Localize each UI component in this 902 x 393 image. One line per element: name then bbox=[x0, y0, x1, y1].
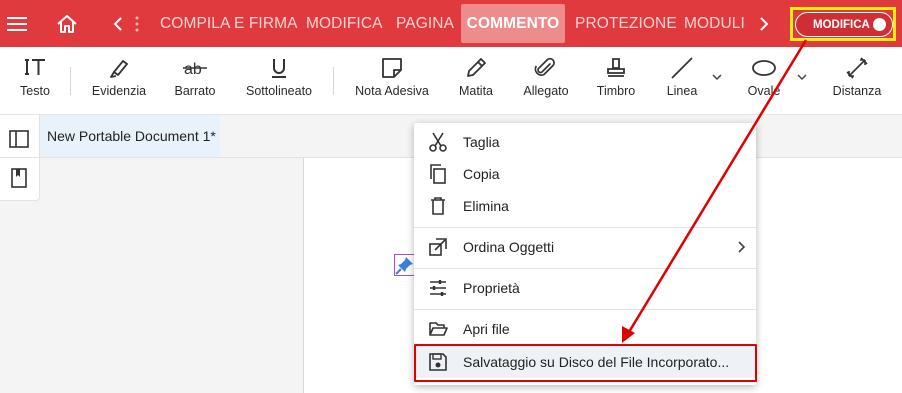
tab-modifica[interactable]: MODIFICA bbox=[306, 4, 383, 43]
edit-mode-toggle-label: MODIFICA bbox=[813, 18, 870, 31]
annotation-highlight-box bbox=[414, 344, 757, 382]
bookmark-panel-icon[interactable] bbox=[8, 167, 30, 189]
tool-linea[interactable]: Linea bbox=[660, 47, 704, 115]
folder-open-icon bbox=[429, 322, 448, 336]
hamburger-menu-icon[interactable] bbox=[6, 0, 28, 47]
tool-label: Linea bbox=[666, 84, 698, 98]
oval-icon bbox=[752, 60, 776, 76]
tab-commento[interactable]: COMMENTO bbox=[461, 4, 565, 43]
tool-label: Nota Adesiva bbox=[355, 84, 429, 98]
home-icon[interactable] bbox=[55, 0, 79, 47]
paperclip-icon bbox=[534, 57, 555, 76]
menu-separator bbox=[414, 227, 756, 228]
pushpin-icon bbox=[395, 257, 413, 275]
tool-label: Allegato bbox=[523, 84, 569, 98]
line-icon bbox=[671, 57, 693, 79]
chevron-down-icon[interactable] bbox=[712, 73, 722, 84]
copy-icon bbox=[430, 164, 446, 184]
arrange-icon bbox=[429, 238, 447, 256]
tool-distanza[interactable]: Distanza bbox=[828, 47, 886, 115]
attachment-annotation[interactable] bbox=[394, 254, 416, 276]
tool-ovale[interactable]: Ovale bbox=[740, 47, 788, 115]
document-tab-title: New Portable Document 1* bbox=[47, 128, 216, 144]
scissors-icon bbox=[429, 132, 447, 152]
sliders-icon bbox=[430, 280, 446, 296]
menu-separator bbox=[414, 309, 756, 310]
menu-item-ordina-oggetti[interactable]: Ordina Oggetti bbox=[414, 231, 756, 263]
tool-label: Ovale bbox=[747, 84, 781, 98]
tool-label: Timbro bbox=[596, 84, 636, 98]
tool-label: Sottolineato bbox=[245, 84, 313, 98]
trash-icon bbox=[431, 197, 445, 215]
comment-toolbar: Testo Evidenzia ab Barrato Sottolineato … bbox=[0, 47, 902, 115]
stamp-icon bbox=[607, 58, 625, 77]
tool-label: Evidenzia bbox=[91, 84, 147, 98]
tab-pagina[interactable]: PAGINA bbox=[396, 4, 454, 43]
underline-icon bbox=[272, 59, 286, 78]
menu-item-copia[interactable]: Copia bbox=[414, 158, 756, 190]
svg-text:ab: ab bbox=[184, 61, 202, 78]
tool-sottolineato[interactable]: Sottolineato bbox=[242, 47, 316, 115]
tool-allegato[interactable]: Allegato bbox=[518, 47, 574, 115]
chevron-right-icon bbox=[738, 241, 746, 253]
tab-compila-e-firma[interactable]: COMPILA E FIRMA bbox=[160, 4, 298, 43]
pencil-icon bbox=[467, 58, 486, 77]
highlighter-icon bbox=[110, 60, 128, 78]
tool-barrato[interactable]: ab Barrato bbox=[166, 47, 224, 115]
text-cursor-icon bbox=[25, 59, 45, 75]
chevron-down-icon[interactable] bbox=[797, 73, 807, 84]
tool-timbro[interactable]: Timbro bbox=[593, 47, 639, 115]
sidebar-panel-icon[interactable] bbox=[8, 128, 30, 150]
left-side-rail bbox=[0, 115, 40, 201]
menu-item-label: Ordina Oggetti bbox=[463, 239, 555, 255]
tool-matita[interactable]: Matita bbox=[453, 47, 499, 115]
sticky-note-icon bbox=[382, 58, 402, 78]
tool-evidenzia[interactable]: Evidenzia bbox=[86, 47, 152, 115]
scroll-tabs-left-icon[interactable] bbox=[111, 0, 125, 47]
document-tab[interactable]: New Portable Document 1* bbox=[40, 115, 220, 157]
tab-protezione[interactable]: PROTEZIONE bbox=[575, 4, 677, 43]
menu-item-elimina[interactable]: Elimina bbox=[414, 190, 756, 222]
menu-item-label: Taglia bbox=[463, 134, 500, 150]
more-vertical-icon[interactable] bbox=[134, 0, 140, 47]
tool-label: Distanza bbox=[832, 84, 882, 98]
tool-label: Matita bbox=[458, 84, 494, 98]
menu-item-taglia[interactable]: Taglia bbox=[414, 126, 756, 158]
top-navigation-bar: COMPILA E FIRMA MODIFICA PAGINA COMMENTO… bbox=[0, 0, 902, 47]
menu-separator bbox=[414, 268, 756, 269]
toolbar-divider bbox=[70, 67, 71, 95]
tool-label: Testo bbox=[20, 84, 50, 98]
menu-item-label: Apri file bbox=[463, 321, 510, 337]
distance-icon bbox=[846, 57, 868, 79]
toggle-knob bbox=[873, 18, 886, 31]
tool-nota-adesiva[interactable]: Nota Adesiva bbox=[352, 47, 432, 115]
strikethrough-icon: ab bbox=[183, 61, 207, 78]
toolbar-divider bbox=[333, 67, 334, 95]
menu-item-apri-file[interactable]: Apri file bbox=[414, 313, 756, 345]
menu-item-proprieta[interactable]: Proprietà bbox=[414, 272, 756, 304]
menu-item-label: Proprietà bbox=[463, 280, 520, 296]
tool-testo[interactable]: Testo bbox=[12, 47, 58, 115]
menu-item-label: Copia bbox=[463, 166, 500, 182]
menu-item-label: Elimina bbox=[463, 198, 509, 214]
edit-mode-toggle[interactable]: MODIFICA bbox=[795, 12, 893, 37]
scroll-tabs-right-icon[interactable] bbox=[757, 0, 771, 47]
tab-moduli[interactable]: MODULIS bbox=[684, 4, 746, 43]
tool-label: Barrato bbox=[174, 84, 216, 98]
